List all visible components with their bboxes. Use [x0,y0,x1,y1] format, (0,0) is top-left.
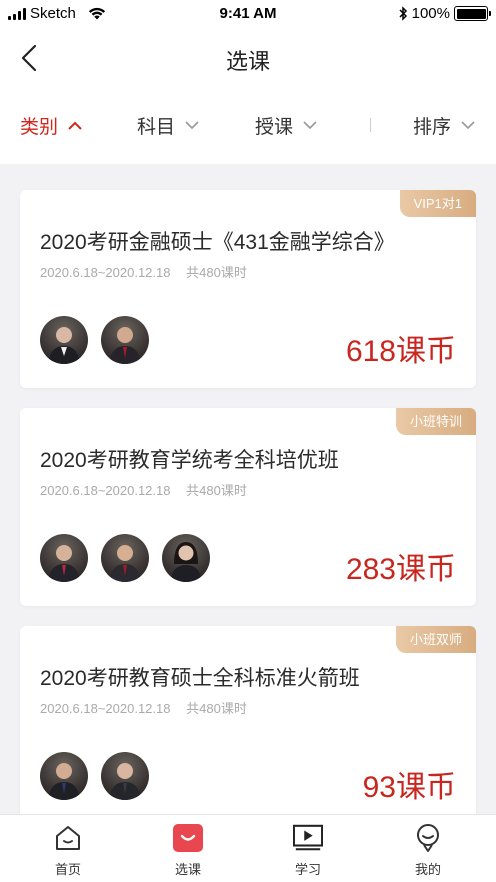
teacher-avatar[interactable] [40,752,88,800]
course-meta: 2020.6.18~2020.12.18 共480课时 [40,262,247,281]
tab-profile[interactable]: 我的 [388,823,468,878]
teacher-avatar[interactable] [40,534,88,582]
filter-sort[interactable]: 排序 [413,112,475,139]
course-type-badge: 小班特训 [395,408,476,435]
teacher-avatar[interactable] [40,316,88,364]
tab-label: 我的 [414,862,441,877]
course-meta: 2020.6.18~2020.12.18 共480课时 [40,698,247,717]
course-price: 618课币 [345,335,456,368]
course-dates: 2020.6.18~2020.12.18 [40,265,171,280]
tab-label: 学习 [294,862,321,877]
teacher-avatar[interactable] [101,316,149,364]
filter-label: 科目 [137,117,176,138]
teacher-avatars [40,752,149,800]
video-icon [293,823,323,853]
course-dates: 2020.6.18~2020.12.18 [40,483,171,498]
teacher-avatar[interactable] [162,534,210,582]
chevron-up-icon [68,121,82,130]
course-dates: 2020.6.18~2020.12.18 [40,701,171,716]
filter-label: 授课 [255,117,294,138]
course-card[interactable]: VIP1对1 2020考研金融硕士《431金融学综合》 2020.6.18~20… [20,190,476,388]
tab-bar: 首页 选课 学习 我的 [0,814,496,882]
course-price: 93课币 [362,771,456,804]
chevron-down-icon [185,121,199,130]
tab-label: 首页 [54,862,81,877]
course-hours: 共480课时 [186,483,247,498]
chevron-down-icon [303,121,317,130]
filter-bar: 类别 科目 授课 排序 [0,88,496,164]
course-card[interactable]: 小班特训 2020考研教育学统考全科培优班 2020.6.18~2020.12.… [20,408,476,606]
course-card[interactable]: 小班双师 2020考研教育硕士全科标准火箭班 2020.6.18~2020.12… [20,626,476,824]
home-icon [53,823,83,853]
course-price: 283课币 [345,553,456,586]
course-select-icon [173,823,203,853]
course-type-badge: 小班双师 [395,626,476,653]
filter-teaching[interactable]: 授课 [255,112,317,139]
battery-percent: 100% [411,5,450,22]
filter-category[interactable]: 类别 [20,112,82,139]
nav-bar: 选课 [0,28,496,88]
teacher-avatar[interactable] [101,752,149,800]
teacher-avatar[interactable] [101,534,149,582]
course-title: 2020考研教育学统考全科培优班 [40,449,339,472]
tab-label: 选课 [174,862,201,877]
chevron-down-icon [461,121,475,130]
status-bar: Sketch 9:41 AM 100% [0,0,496,28]
page-title: 选课 [225,49,270,74]
tab-course-select[interactable]: 选课 [148,823,228,878]
course-hours: 共480课时 [186,701,247,716]
tab-home[interactable]: 首页 [28,823,108,878]
course-type-badge: VIP1对1 [399,190,476,217]
course-hours: 共480课时 [186,265,247,280]
tab-study[interactable]: 学习 [268,823,348,878]
course-meta: 2020.6.18~2020.12.18 共480课时 [40,480,247,499]
course-title: 2020考研金融硕士《431金融学综合》 [40,231,395,254]
filter-divider [370,118,371,132]
teacher-avatars [40,316,149,364]
course-title: 2020考研教育硕士全科标准火箭班 [40,667,360,690]
status-right: 100% [398,5,491,22]
bluetooth-icon [399,6,407,21]
battery-icon [454,6,491,21]
filter-subject[interactable]: 科目 [137,112,199,139]
filter-label: 排序 [413,117,452,138]
profile-icon [413,823,443,853]
teacher-avatars [40,534,210,582]
filter-label: 类别 [20,117,59,138]
